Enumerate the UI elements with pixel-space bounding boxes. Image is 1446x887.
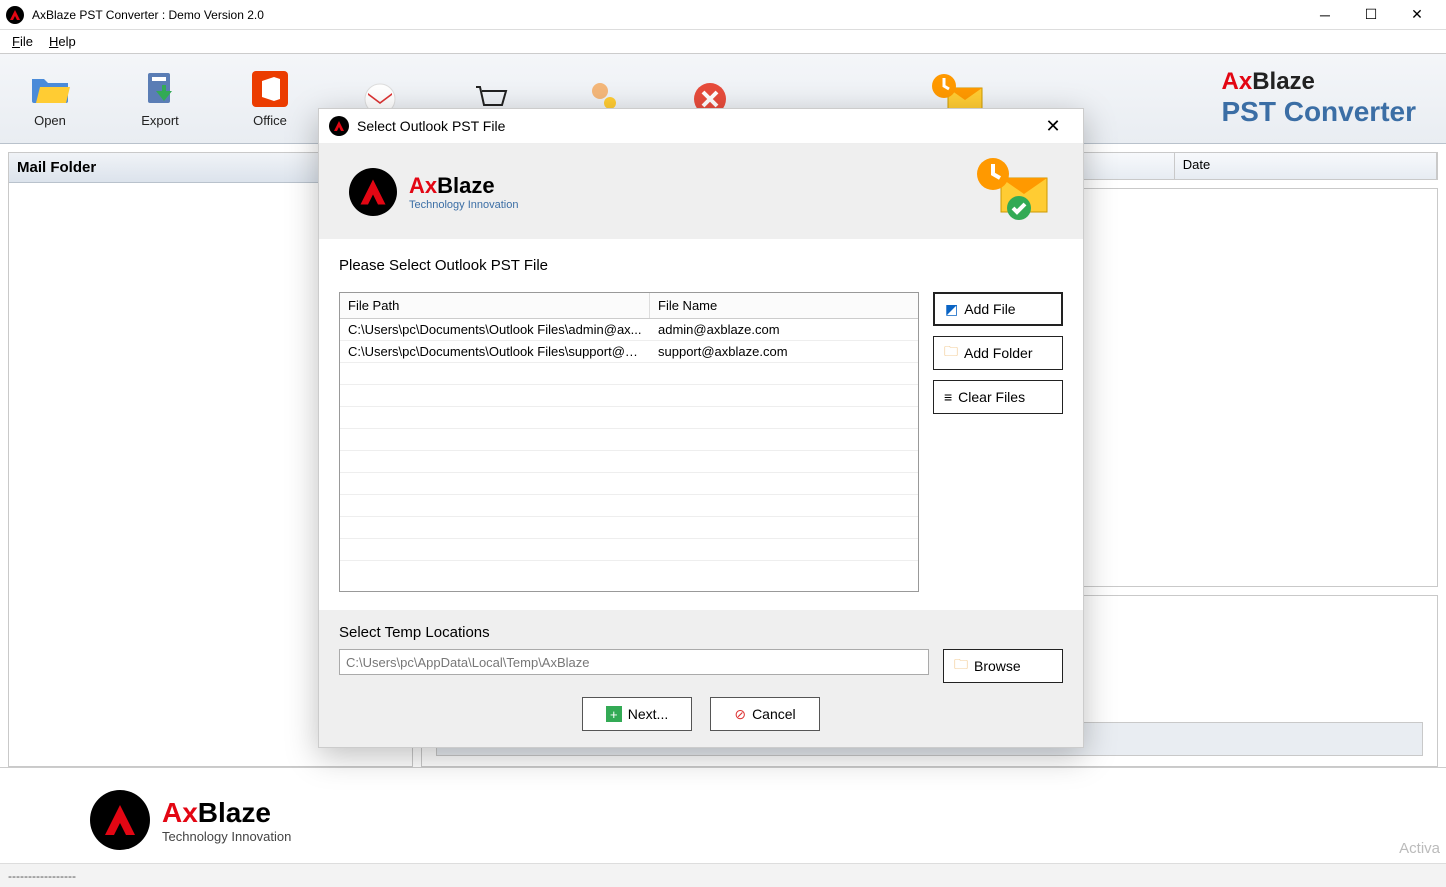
footer: AxBlaze Technology Innovation ----------… [0, 767, 1446, 887]
cancel-button[interactable]: ⊘ Cancel [710, 697, 820, 731]
col-file-path[interactable]: File Path [340, 293, 650, 318]
plus-icon: + [606, 706, 622, 722]
banner-mail-icon [971, 154, 1053, 229]
dialog-prompt: Please Select Outlook PST File [339, 257, 1063, 274]
open-label: Open [34, 113, 66, 128]
footer-logo: AxBlaze Technology Innovation [90, 790, 291, 850]
menu-file[interactable]: File [12, 34, 33, 49]
select-pst-dialog: Select Outlook PST File ✕ AxBlaze Techno… [318, 108, 1084, 748]
app-icon [6, 6, 24, 24]
office-label: Office [253, 113, 287, 128]
temp-path-input[interactable] [339, 649, 929, 675]
dialog-app-icon [329, 116, 349, 136]
file-grid[interactable]: File Path File Name C:\Users\pc\Document… [339, 292, 919, 592]
clear-icon: ≡ [944, 389, 952, 405]
dialog-title: Select Outlook PST File [357, 118, 505, 134]
brand-header: AxBlaze PST Converter [1222, 68, 1417, 128]
next-button[interactable]: + Next... [582, 697, 692, 731]
dialog-titlebar: Select Outlook PST File ✕ [319, 109, 1083, 144]
temp-location-label: Select Temp Locations [339, 624, 1063, 641]
menu-help[interactable]: Help [49, 34, 76, 49]
outlook-file-icon: ◩ [945, 301, 958, 318]
activation-watermark: Activa [1399, 840, 1440, 857]
window-title: AxBlaze PST Converter : Demo Version 2.0 [32, 8, 264, 22]
office-icon [250, 69, 290, 109]
folder-icon: 🗀 [944, 341, 958, 365]
menubar: File Help [0, 30, 1446, 54]
export-icon [140, 69, 180, 109]
dialog-banner: AxBlaze Technology Innovation [319, 144, 1083, 239]
maximize-button[interactable]: ☐ [1348, 0, 1394, 30]
file-row[interactable]: C:\Users\pc\Documents\Outlook Files\supp… [340, 341, 918, 363]
open-button[interactable]: Open [30, 69, 70, 128]
browse-button[interactable]: 🗀 Browse [943, 649, 1063, 683]
export-button[interactable]: Export [140, 69, 180, 128]
status-text: ----------------- [8, 869, 76, 883]
cancel-icon: ⊘ [734, 706, 746, 723]
folder-icon: 🗀 [954, 654, 968, 678]
status-bar: ----------------- [0, 863, 1446, 887]
dialog-close-button[interactable]: ✕ [1033, 116, 1073, 137]
titlebar: AxBlaze PST Converter : Demo Version 2.0… [0, 0, 1446, 30]
folder-open-icon [30, 69, 70, 109]
minimize-button[interactable]: ─ [1302, 0, 1348, 30]
office365-button[interactable]: Office [250, 69, 290, 128]
col-file-name[interactable]: File Name [650, 293, 918, 318]
close-button[interactable]: ✕ [1394, 0, 1440, 30]
add-folder-button[interactable]: 🗀 Add Folder [933, 336, 1063, 370]
date-column[interactable]: Date [1175, 153, 1437, 179]
file-row[interactable]: C:\Users\pc\Documents\Outlook Files\admi… [340, 319, 918, 341]
add-file-button[interactable]: ◩ Add File [933, 292, 1063, 326]
export-label: Export [141, 113, 179, 128]
clear-files-button[interactable]: ≡ Clear Files [933, 380, 1063, 414]
